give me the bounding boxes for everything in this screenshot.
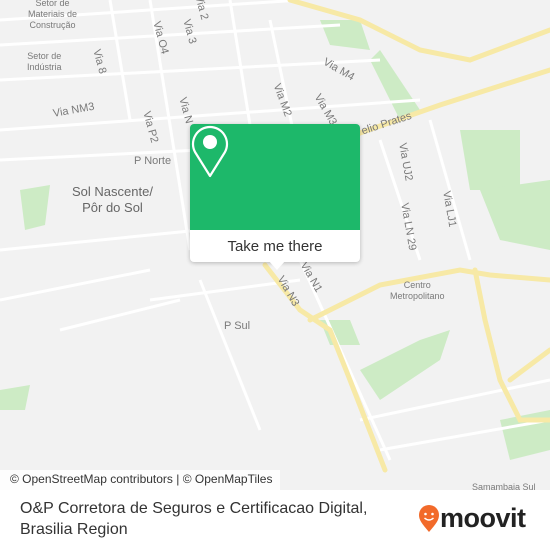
map-label: P Norte bbox=[134, 155, 172, 167]
location-popup: Take me there bbox=[190, 124, 360, 270]
moovit-pin-icon bbox=[419, 504, 439, 532]
place-title: O&P Corretora de Seguros e Certificacao … bbox=[20, 500, 368, 517]
map[interactable]: Setor de Materiais de Construção Setor d… bbox=[0, 0, 550, 490]
take-me-there-button[interactable]: Take me there bbox=[190, 230, 360, 262]
map-label: Centro Metropolitano bbox=[390, 280, 445, 301]
map-label: Setor de Indústria bbox=[27, 51, 62, 72]
map-label: P Sul bbox=[224, 320, 251, 332]
moovit-logo-text: moovit bbox=[440, 503, 526, 533]
map-label: Sol Nascente/ Pôr do Sol bbox=[72, 184, 153, 215]
popup-tail bbox=[268, 260, 286, 270]
map-pin-icon bbox=[191, 125, 229, 178]
moovit-logo[interactable]: moovit bbox=[418, 503, 526, 534]
map-attribution[interactable]: © OpenStreetMap contributors | © OpenMap… bbox=[0, 470, 281, 490]
map-label: Setor de Materiais de Construção bbox=[28, 0, 78, 30]
place-name: O&P Corretora de Seguros e Certificacao … bbox=[20, 498, 367, 540]
map-label: Samambaia Sul bbox=[472, 482, 536, 490]
popup-header bbox=[190, 124, 360, 230]
place-region: Brasilia Region bbox=[20, 521, 128, 538]
